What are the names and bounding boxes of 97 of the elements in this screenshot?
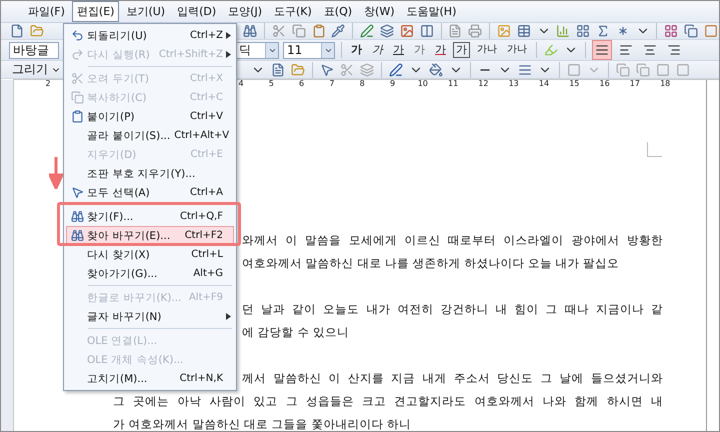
submenu-arrow-icon [226, 32, 230, 39]
format-button[interactable]: 가 [390, 42, 407, 58]
text-box-icon[interactable] [270, 62, 286, 78]
submenu-arrow-icon [226, 51, 230, 58]
square-icon[interactable] [703, 23, 719, 39]
align-lines-icon [643, 43, 657, 57]
redo-icon [70, 48, 84, 61]
text-line: 던 날과 같이 오늘도 내가 여전히 강건하니 내 힘이 그 때나 지금이나 같 [242, 301, 663, 318]
text-line: 께서 말씀하신 이 산지를 지금 내게 주소서 당신도 그 날에 들으셨거니와 [242, 370, 663, 387]
caret-icon [265, 42, 278, 58]
menu-item[interactable]: 되돌리기(U) Ctrl+Z [66, 26, 234, 45]
menu-bar-item[interactable]: 창(W) [359, 1, 400, 22]
draw-menu[interactable]: 그리기 [9, 61, 64, 78]
document-icon[interactable] [448, 23, 464, 39]
menu-item[interactable]: 고치기(M)... Ctrl+N,K [66, 369, 234, 388]
margin-corner-mark [647, 142, 662, 157]
ruler-number: 18 [660, 79, 670, 88]
menu-item[interactable]: 골라 붙이기(S)... Ctrl+Alt+V [66, 126, 234, 145]
ruler-number: 17 [630, 79, 640, 88]
ruler-number: 4 [238, 79, 244, 88]
ruler-number: 15 [569, 79, 580, 88]
font-combo[interactable]: 딕 [235, 42, 279, 58]
align-button[interactable] [592, 40, 612, 60]
pen-icon[interactable] [388, 62, 404, 78]
format-button[interactable]: 가 [453, 42, 470, 58]
ruler-number: 6 [299, 79, 304, 88]
ruler-number: 7 [329, 79, 334, 88]
menu-bar-item[interactable]: 도움말(H) [402, 1, 462, 22]
grid-icon[interactable] [575, 23, 592, 39]
undo-icon [70, 29, 84, 42]
ruler-number: 16 [600, 79, 610, 88]
paint-bucket-icon[interactable] [428, 62, 444, 78]
format-button[interactable]: 가 [432, 42, 449, 58]
text-line: 와께서 이 말씀을 모세에게 이르신 때로부터 이스라엘이 광야에서 방황한 [242, 232, 663, 249]
image-icon[interactable] [398, 23, 415, 39]
copy-icon[interactable] [683, 23, 700, 39]
grid-icon[interactable] [663, 23, 680, 39]
align-lines-icon [619, 43, 633, 57]
menu-item[interactable]: 모두 선택(A) Ctrl+A [66, 183, 234, 202]
menu-item[interactable]: 다시 찾기(X) Ctrl+L [66, 245, 234, 264]
align-lines-icon [667, 43, 681, 57]
format-button[interactable]: 가 [348, 42, 365, 58]
ruler-number: 11 [448, 79, 458, 88]
draw-menu-label: 그리기 [12, 61, 48, 78]
text-line: 에 감당할 수 있으니 [242, 324, 350, 341]
columns-icon[interactable] [418, 23, 435, 39]
menu-item[interactable]: 찾아가기(G)... Alt+G [66, 264, 234, 283]
menu-item[interactable]: 찾기(F)... Ctrl+Q,F [66, 207, 234, 226]
table-icon[interactable] [516, 23, 532, 39]
caret-icon [321, 42, 334, 58]
menu-bar-item[interactable]: 편집(E) [72, 1, 120, 22]
ruler-number: 13 [508, 79, 519, 88]
clipboard-icon [70, 110, 84, 123]
scissors-icon [70, 72, 84, 85]
style-combo[interactable]: 바탕글 [9, 42, 59, 58]
text-line: 여호와께서 말씀하신 대로 나를 생존하게 하셨나이다 오늘 내가 팔십오 [242, 255, 620, 272]
binoculars-icon[interactable] [242, 23, 258, 39]
menu-bar-item[interactable]: 도구(K) [269, 1, 317, 22]
folder-icon[interactable] [290, 62, 306, 78]
menu-bar-item[interactable]: 파일(F) [23, 1, 70, 22]
submenu-arrow-icon [226, 313, 230, 320]
ruler-number: 5 [268, 79, 274, 88]
cursor-icon [70, 186, 84, 199]
ruler-number: 9 [390, 79, 396, 88]
pen-icon[interactable] [359, 23, 376, 39]
new-document-icon[interactable] [9, 23, 25, 39]
menu-bar-item[interactable]: 모양(J) [223, 1, 267, 22]
menu-bar-item[interactable]: 표(Q) [318, 1, 358, 22]
layers-icon[interactable] [379, 23, 395, 39]
printer-icon[interactable] [467, 23, 484, 39]
format-button[interactable]: 가 [411, 42, 428, 58]
menu-item[interactable]: 글자 바꾸기(N) [66, 307, 234, 326]
down-arrow-icon [49, 157, 63, 189]
copy-icon [70, 91, 84, 104]
text-line: 그 곳에는 아낙 사람이 있고 그 성읍들은 크고 견고할지라도 여호와께서 나와 함께 하시면 내 [113, 393, 663, 410]
menu-item[interactable]: 조판 부호 지우기(Y)... [66, 164, 234, 183]
text-line: 가 여호와께서 말씀하신 대로 그들을 쫓아내리이다 하니 [113, 416, 412, 431]
ruler-number: 10 [418, 79, 428, 88]
folder-icon[interactable] [28, 23, 45, 39]
copy-icon[interactable] [290, 23, 307, 39]
format-button[interactable]: 가나 [474, 42, 500, 58]
binoculars-icon [70, 210, 84, 223]
format-button[interactable]: 가나 [504, 42, 530, 58]
align-lines-icon [595, 43, 609, 57]
pipette-icon[interactable] [330, 23, 346, 39]
format-button[interactable]: 가 [369, 42, 386, 58]
menu-item[interactable]: 붙이기(P) Ctrl+V [66, 107, 234, 126]
ruler-number: 12 [478, 79, 488, 88]
menu-bar-item[interactable]: 보기(U) [121, 1, 170, 22]
ruler-number: 14 [538, 79, 550, 88]
binoculars-icon [70, 229, 84, 242]
cursor-icon[interactable] [319, 62, 335, 78]
scissors-icon[interactable] [271, 23, 287, 39]
menu-bar-item[interactable]: 입력(D) [172, 1, 222, 22]
size-combo[interactable]: 11 [283, 42, 335, 58]
ruler-number: 2 [45, 79, 51, 88]
ruler-number: 8 [360, 79, 365, 88]
